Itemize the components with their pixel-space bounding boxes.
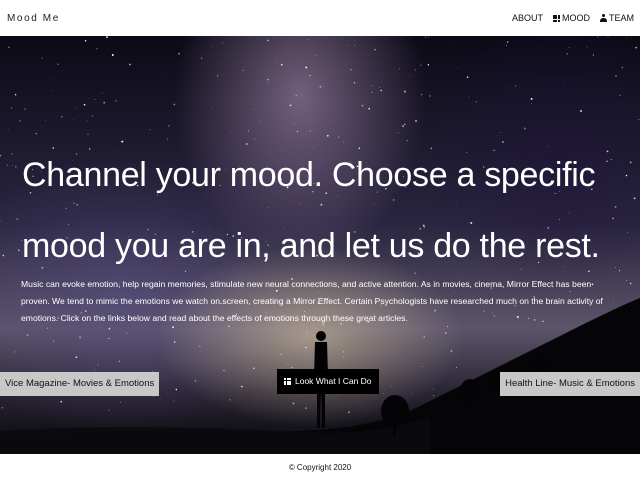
look-what-i-can-do-button[interactable]: Look What I Can Do — [277, 369, 379, 394]
hero-headline: Channel your mood. Choose a specific moo… — [22, 156, 600, 265]
cta-label: Look What I Can Do — [295, 376, 372, 386]
health-line-link[interactable]: Health Line- Music & Emotions — [500, 372, 640, 396]
nav-item-team[interactable]: TEAM — [599, 13, 634, 23]
nav-item-mood-label: MOOD — [561, 13, 590, 23]
brand-logo[interactable]: Mood Me — [7, 13, 60, 24]
grid-icon — [552, 14, 560, 22]
vice-magazine-link[interactable]: Vice Magazine- Movies & Emotions — [0, 372, 160, 396]
nav-item-mood[interactable]: MOOD — [552, 13, 590, 23]
footer: © Copyright 2020 — [0, 454, 640, 480]
nav-item-about-label: ABOUT — [511, 13, 543, 23]
copyright-text: © Copyright 2020 — [288, 462, 352, 472]
hero-section: Channel your mood. Choose a specific moo… — [0, 36, 640, 454]
grid-icon — [284, 378, 291, 385]
nav-links: ABOUT MOOD TEAM — [512, 13, 634, 23]
nav-item-team-label: TEAM — [608, 13, 634, 23]
user-icon — [599, 14, 607, 22]
hero-description: Music can evoke emotion, help regain mem… — [21, 279, 603, 323]
nav-item-about[interactable]: ABOUT — [512, 13, 543, 23]
navbar: Mood Me ABOUT MOOD TEAM — [0, 0, 640, 36]
